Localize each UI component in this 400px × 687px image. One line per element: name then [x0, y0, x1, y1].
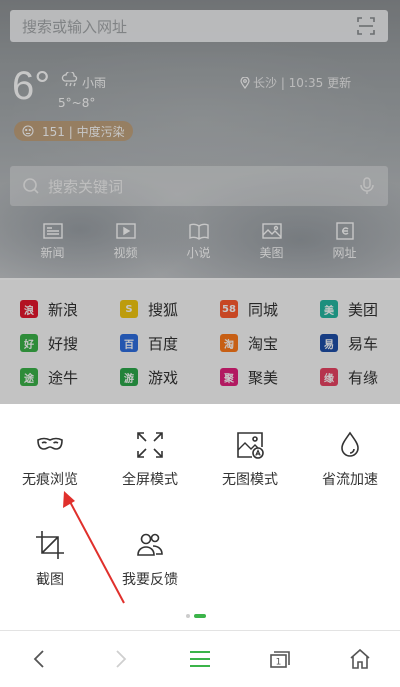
page-dot-active[interactable]: [194, 614, 206, 618]
menu-button[interactable]: [160, 631, 240, 687]
no-image-icon: [237, 432, 264, 459]
fullscreen-button[interactable]: 全屏模式: [100, 430, 200, 489]
tabs-icon: 1: [270, 651, 290, 668]
forward-icon: [116, 650, 127, 668]
water-drop-icon: [341, 431, 359, 457]
back-icon: [33, 650, 44, 668]
menu-item-label: 无痕浏览: [22, 472, 78, 488]
menu-item-label: 省流加速: [322, 472, 378, 488]
bottom-navbar: 1: [0, 630, 400, 687]
menu-item-label: 我要反馈: [122, 572, 178, 588]
feedback-button[interactable]: 我要反馈: [100, 530, 200, 589]
data-saver-button[interactable]: 省流加速: [300, 430, 400, 489]
fullscreen-icon: [137, 432, 163, 458]
menu-item-label: 全屏模式: [122, 472, 178, 488]
dim-overlay[interactable]: [0, 0, 400, 404]
home-icon: [350, 648, 370, 669]
tabs-button[interactable]: 1: [240, 631, 320, 687]
menu-icon: [190, 651, 210, 667]
no-image-mode-button[interactable]: 无图模式: [200, 430, 300, 489]
screenshot-button[interactable]: 截图: [0, 530, 100, 589]
feedback-icon: [137, 533, 163, 556]
menu-item-label: 无图模式: [222, 472, 278, 488]
menu-sheet: 无痕浏览 全屏模式 无图模式 省流加速 截图 我要反馈: [0, 404, 400, 626]
page-dot[interactable]: [186, 614, 190, 618]
mask-icon: [37, 437, 63, 450]
home-button[interactable]: [320, 631, 400, 687]
crop-icon: [36, 531, 64, 559]
menu-item-label: 截图: [36, 572, 64, 588]
back-button[interactable]: [0, 631, 80, 687]
tab-count: 1: [276, 658, 282, 668]
incognito-button[interactable]: 无痕浏览: [0, 430, 100, 489]
forward-button[interactable]: [80, 631, 160, 687]
page-indicator: [186, 614, 206, 618]
